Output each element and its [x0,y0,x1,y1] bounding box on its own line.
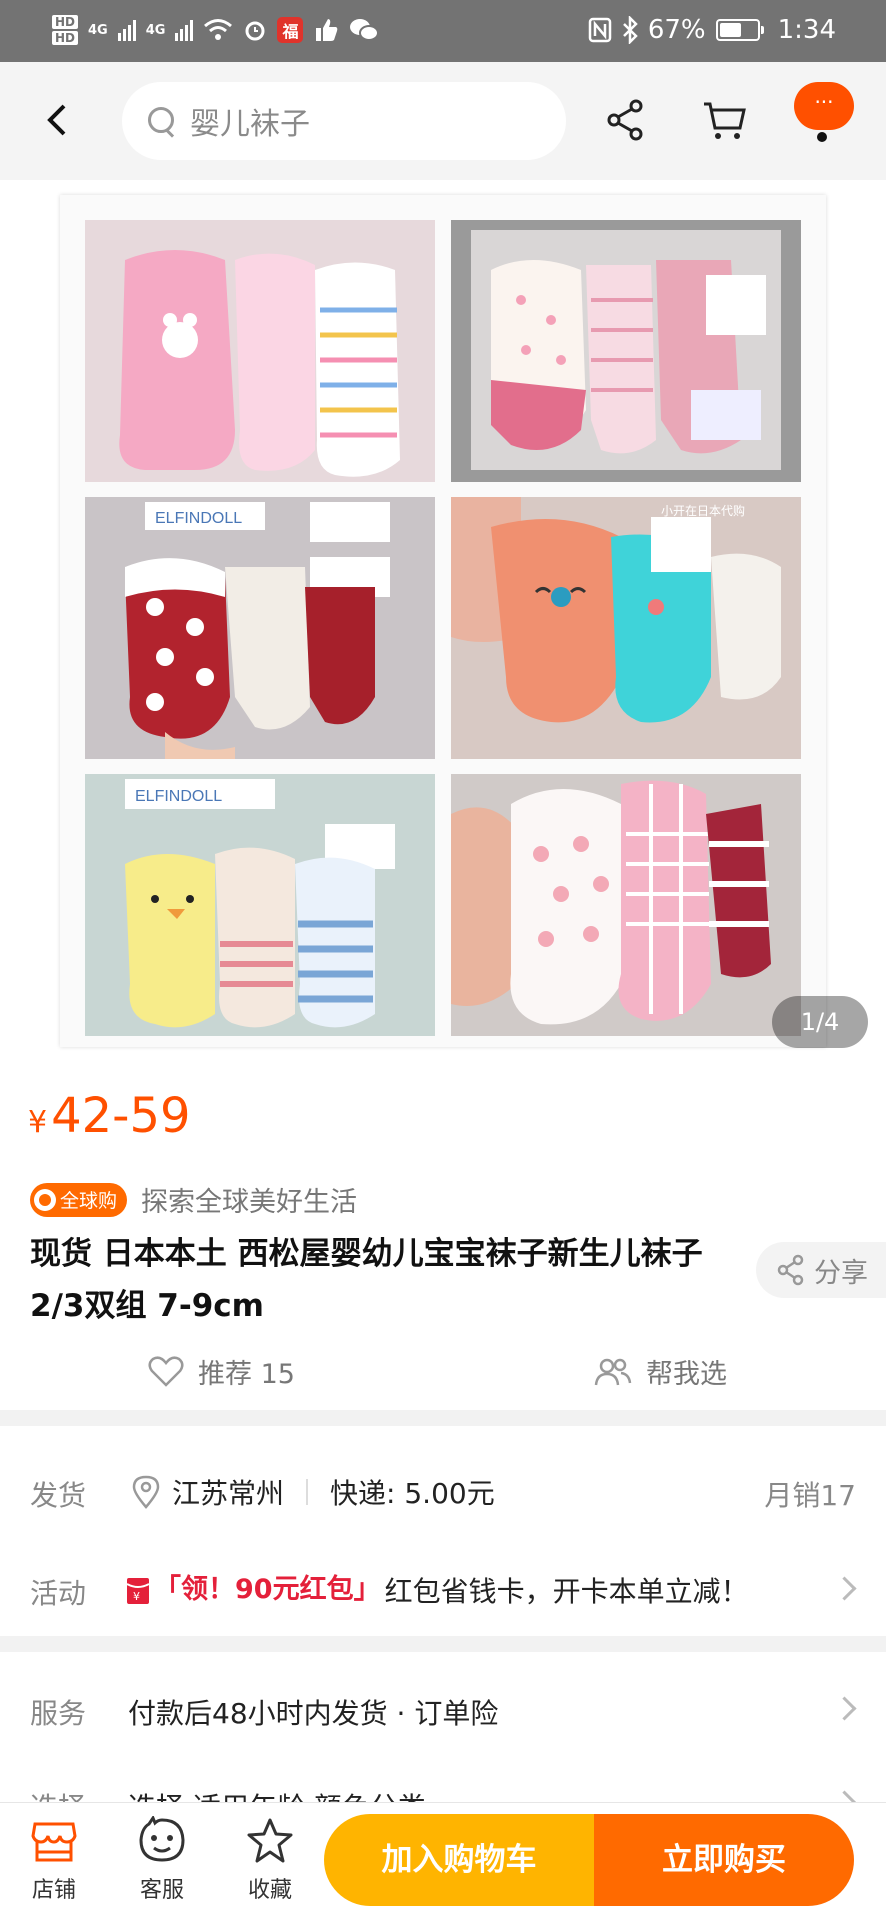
photo-socks-pink-bunny [85,220,435,482]
add-to-cart-button[interactable]: 加入购物车 [324,1814,594,1906]
share-pill-button[interactable]: 分享 [756,1242,886,1298]
nfc-icon [588,17,612,43]
battery-percent: 67% [647,15,706,45]
thumbs-up-icon [316,19,338,41]
gallery-page-counter: 1/4 [772,996,868,1048]
alarm-icon [245,21,265,41]
photo-socks-chick-bear: ELFINDOLL [85,774,435,1036]
heart-icon [148,1355,184,1387]
shipping-row[interactable]: 发货 [30,1474,86,1514]
price: ¥42-59 [28,1088,191,1144]
brand-label: ELFINDOLL [155,510,242,527]
svg-text:¥: ¥ [133,1590,140,1603]
service-row[interactable]: 付款后48小时内发货 · 订单险 [128,1692,498,1732]
people-icon [594,1358,632,1385]
share-icon [777,1254,804,1286]
app-notification-icon: 福 [277,17,304,43]
shipping-label: 发货 [30,1479,87,1512]
cart-icon [704,102,746,139]
price-value: 42-59 [51,1088,191,1144]
buy-now-button[interactable]: 立即购买 [594,1814,854,1906]
hd-indicator: HD HD [52,14,79,46]
activity-row-label: 活动 [30,1577,87,1610]
currency-symbol: ¥ [28,1105,48,1140]
product-title: 现货 日本本土 西松屋婴幼儿宝宝袜子新生儿袜子 2/3双组 7-9cm [30,1236,703,1324]
more-menu-button[interactable]: ··· [794,82,854,130]
clock: 1:34 [777,15,836,45]
status-right: 67% 1:34 [588,10,836,50]
network-label-2: 4G [145,22,166,38]
customer-service-button[interactable]: 客服 [122,1816,202,1904]
express-fee: 快递: 5.00元 [330,1477,495,1510]
network-label-1: 4G [88,22,108,38]
global-tagline: 全球购 探索全球美好生活 [30,1180,357,1219]
shop-icon [31,1822,77,1862]
search-bar[interactable]: 婴儿袜子 [122,82,566,160]
favorite-button[interactable]: 收藏 [230,1816,310,1904]
global-buy-badge: 全球购 [30,1182,128,1217]
status-bar: HD HD 4G 4G 福 67% 1:34 [0,0,886,62]
shipping-location: 江苏常州 [172,1477,285,1510]
tagline-text: 探索全球美好生活 [141,1187,358,1218]
photo-socks-strawberry-plaid [451,774,801,1036]
global-icon [34,1188,56,1211]
status-left: HD HD 4G 4G 福 [52,10,380,50]
photo-socks-dots-pack [451,220,801,482]
photo-socks-red-polka: ELFINDOLL [85,497,435,759]
red-packet-icon: ¥ [126,1578,150,1604]
wechat-icon [350,19,380,41]
bluetooth-icon [622,16,638,44]
chevron-left-icon [47,104,66,136]
cart-button[interactable] [700,96,750,146]
activity-row[interactable]: ¥ 「领！90元红包」 红包省钱卡，开卡本单立减！ [126,1570,749,1610]
notification-dot [817,132,827,142]
signal-icon [117,19,136,41]
star-icon [247,1818,293,1863]
share-icon [607,99,643,141]
back-button[interactable] [40,88,80,148]
coupon-label: 「领！90元红包」 [154,1574,381,1605]
product-photo[interactable]: ELFINDOLL 小开在日本代购 ELFINDOLL [60,195,826,1047]
service-row-label: 服务 [30,1697,87,1730]
activity-text: 红包省钱卡，开卡本单立减！ [384,1575,749,1608]
recommend-button[interactable]: 推荐 15 [148,1352,295,1391]
battery-icon [715,19,764,41]
search-placeholder: 婴儿袜子 [190,107,310,142]
location-pin-icon [132,1475,160,1509]
wifi-icon [204,19,233,40]
watermark-text: 小开在日本代购 [661,503,745,518]
battery-fill [719,23,742,37]
brand-label: ELFINDOLL [135,788,222,805]
divider [306,1479,309,1505]
monthly-sales: 月销17 [764,1479,856,1512]
signal-icon [175,19,194,41]
search-icon [148,107,176,138]
share-button[interactable] [602,96,652,146]
shipping-details: 江苏常州 快递: 5.00元 [132,1472,495,1512]
help-me-choose-button[interactable]: 帮我选 [594,1352,727,1391]
photo-socks-animal-face: 小开在日本代购 [451,497,801,759]
shop-button[interactable]: 店铺 [14,1816,94,1904]
customer-service-icon [139,1816,185,1862]
